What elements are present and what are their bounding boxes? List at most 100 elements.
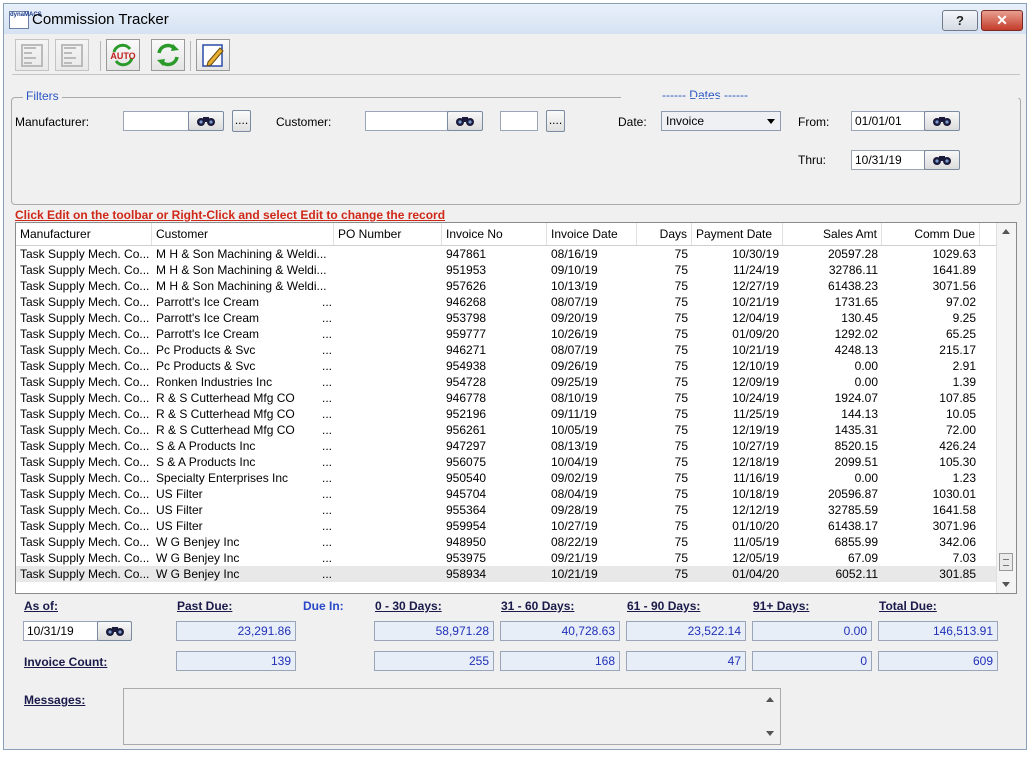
as-of-label: As of:	[24, 599, 58, 613]
cell-invoice-no: 956075	[442, 454, 547, 470]
table-row[interactable]: Task Supply Mech. Co...M H & Son Machini…	[16, 278, 996, 294]
cell-po-number: ...	[152, 454, 342, 470]
thru-date-picker-button[interactable]	[924, 150, 960, 170]
cell-payment-date: 11/25/19	[692, 406, 783, 422]
column-header-comm-due[interactable]: Comm Due	[882, 223, 980, 245]
table-row[interactable]: Task Supply Mech. Co...R & S Cutterhead …	[16, 406, 996, 422]
table-row[interactable]: Task Supply Mech. Co...M H & Son Machini…	[16, 262, 996, 278]
days-0-30-count: 255	[374, 651, 494, 671]
cell-payment-date: 10/30/19	[692, 246, 783, 262]
table-row[interactable]: Task Supply Mech. Co...US Filter...95536…	[16, 502, 996, 518]
cell-invoice-no: 947297	[442, 438, 547, 454]
column-header-manufacturer[interactable]: Manufacturer	[16, 223, 152, 245]
cell-days: 75	[637, 262, 692, 278]
cell-days: 75	[637, 470, 692, 486]
manufacturer-browse-button[interactable]: ....	[232, 110, 251, 132]
refresh-button[interactable]	[151, 39, 185, 71]
cell-invoice-no: 947861	[442, 246, 547, 262]
days-61-90-label: 61 - 90 Days:	[627, 599, 700, 613]
first-record-button[interactable]	[15, 39, 49, 71]
as-of-date-picker-button[interactable]	[97, 621, 132, 641]
from-date-picker-button[interactable]	[924, 111, 960, 131]
cell-po-number: ...	[152, 390, 342, 406]
table-row[interactable]: Task Supply Mech. Co...Pc Products & Svc…	[16, 342, 996, 358]
customer-code-input[interactable]	[500, 111, 538, 131]
table-row[interactable]: Task Supply Mech. Co...Parrott's Ice Cre…	[16, 294, 996, 310]
cell-invoice-date: 09/26/19	[547, 358, 637, 374]
scroll-up-icon[interactable]	[766, 697, 774, 702]
cell-sales-amt: 0.00	[783, 358, 882, 374]
table-row[interactable]: Task Supply Mech. Co...Parrott's Ice Cre…	[16, 310, 996, 326]
cell-invoice-date: 10/21/19	[547, 566, 637, 582]
messages-box[interactable]	[123, 688, 781, 745]
auto-refresh-button[interactable]: AUTO	[106, 39, 140, 71]
table-row[interactable]: Task Supply Mech. Co...US Filter...95995…	[16, 518, 996, 534]
close-button[interactable]: ✕	[981, 10, 1023, 31]
column-header-invoice-no[interactable]: Invoice No	[442, 223, 547, 245]
column-header-po-number[interactable]: PO Number	[334, 223, 442, 245]
cell-po-number: ...	[152, 438, 342, 454]
thru-date-input[interactable]: 10/31/19	[851, 150, 925, 170]
table-row[interactable]: Task Supply Mech. Co...M H & Son Machini…	[16, 246, 996, 262]
scroll-down-icon[interactable]	[766, 731, 774, 736]
column-header-payment-date[interactable]: Payment Date	[692, 223, 783, 245]
table-row[interactable]: Task Supply Mech. Co...R & S Cutterhead …	[16, 422, 996, 438]
past-due-count: 139	[176, 651, 296, 671]
cell-invoice-date: 09/21/19	[547, 550, 637, 566]
from-date-input[interactable]: 01/01/01	[851, 111, 925, 131]
invoice-count-label: Invoice Count:	[24, 655, 107, 669]
cell-days: 75	[637, 550, 692, 566]
date-label: Date:	[618, 115, 647, 129]
table-row[interactable]: Task Supply Mech. Co...S & A Products In…	[16, 454, 996, 470]
cell-po-number: ...	[152, 534, 342, 550]
cell-days: 75	[637, 278, 692, 294]
table-row[interactable]: Task Supply Mech. Co...W G Benjey Inc...…	[16, 550, 996, 566]
table-row[interactable]: Task Supply Mech. Co...Parrott's Ice Cre…	[16, 326, 996, 342]
title-bar: dynaMACS Commission Tracker ? ✕	[4, 4, 1026, 34]
toolbar-separator	[100, 41, 101, 71]
manufacturer-lookup-button[interactable]	[188, 111, 224, 131]
table-row[interactable]: Task Supply Mech. Co...Ronken Industries…	[16, 374, 996, 390]
table-row[interactable]: Task Supply Mech. Co...Specialty Enterpr…	[16, 470, 996, 486]
table-row[interactable]: Task Supply Mech. Co...W G Benjey Inc...…	[16, 534, 996, 550]
cell-comm-due: 1029.63	[882, 246, 980, 262]
cell-sales-amt: 20597.28	[783, 246, 882, 262]
cell-payment-date: 01/10/20	[692, 518, 783, 534]
customer-input[interactable]	[365, 111, 448, 131]
cell-days: 75	[637, 294, 692, 310]
cell-comm-due: 107.85	[882, 390, 980, 406]
cell-comm-due: 3071.56	[882, 278, 980, 294]
scroll-thumb[interactable]	[999, 553, 1013, 571]
column-header-days[interactable]: Days	[637, 223, 692, 245]
column-header-invoice-date[interactable]: Invoice Date	[547, 223, 637, 245]
due-in-label: Due In:	[303, 599, 344, 613]
cell-manufacturer: Task Supply Mech. Co...	[16, 390, 152, 406]
scroll-up-icon[interactable]	[1002, 229, 1010, 234]
customer-lookup-button[interactable]	[447, 111, 483, 131]
binoculars-icon	[456, 115, 474, 127]
scroll-down-icon[interactable]	[1002, 582, 1010, 587]
table-row[interactable]: Task Supply Mech. Co...W G Benjey Inc...…	[16, 566, 996, 582]
cell-days: 75	[637, 390, 692, 406]
last-record-button[interactable]	[55, 39, 89, 71]
cell-payment-date: 10/24/19	[692, 390, 783, 406]
manufacturer-input[interactable]	[123, 111, 189, 131]
customer-browse-button[interactable]: ....	[546, 110, 565, 132]
cell-manufacturer: Task Supply Mech. Co...	[16, 406, 152, 422]
cell-manufacturer: Task Supply Mech. Co...	[16, 294, 152, 310]
table-row[interactable]: Task Supply Mech. Co...R & S Cutterhead …	[16, 390, 996, 406]
table-row[interactable]: Task Supply Mech. Co...US Filter...94570…	[16, 486, 996, 502]
table-row[interactable]: Task Supply Mech. Co...Pc Products & Svc…	[16, 358, 996, 374]
column-header-sales-amt[interactable]: Sales Amt	[783, 223, 882, 245]
grid-scrollbar[interactable]	[996, 223, 1016, 593]
cell-invoice-date: 08/16/19	[547, 246, 637, 262]
table-row[interactable]: Task Supply Mech. Co...S & A Products In…	[16, 438, 996, 454]
edit-button[interactable]	[196, 39, 230, 71]
date-type-select[interactable]: Invoice	[661, 111, 781, 131]
as-of-date-input[interactable]: 10/31/19	[23, 621, 98, 641]
cell-invoice-date: 09/25/19	[547, 374, 637, 390]
cell-invoice-no: 945704	[442, 486, 547, 502]
column-header-customer[interactable]: Customer	[152, 223, 334, 245]
help-button[interactable]: ?	[942, 10, 978, 31]
cell-sales-amt: 8520.15	[783, 438, 882, 454]
